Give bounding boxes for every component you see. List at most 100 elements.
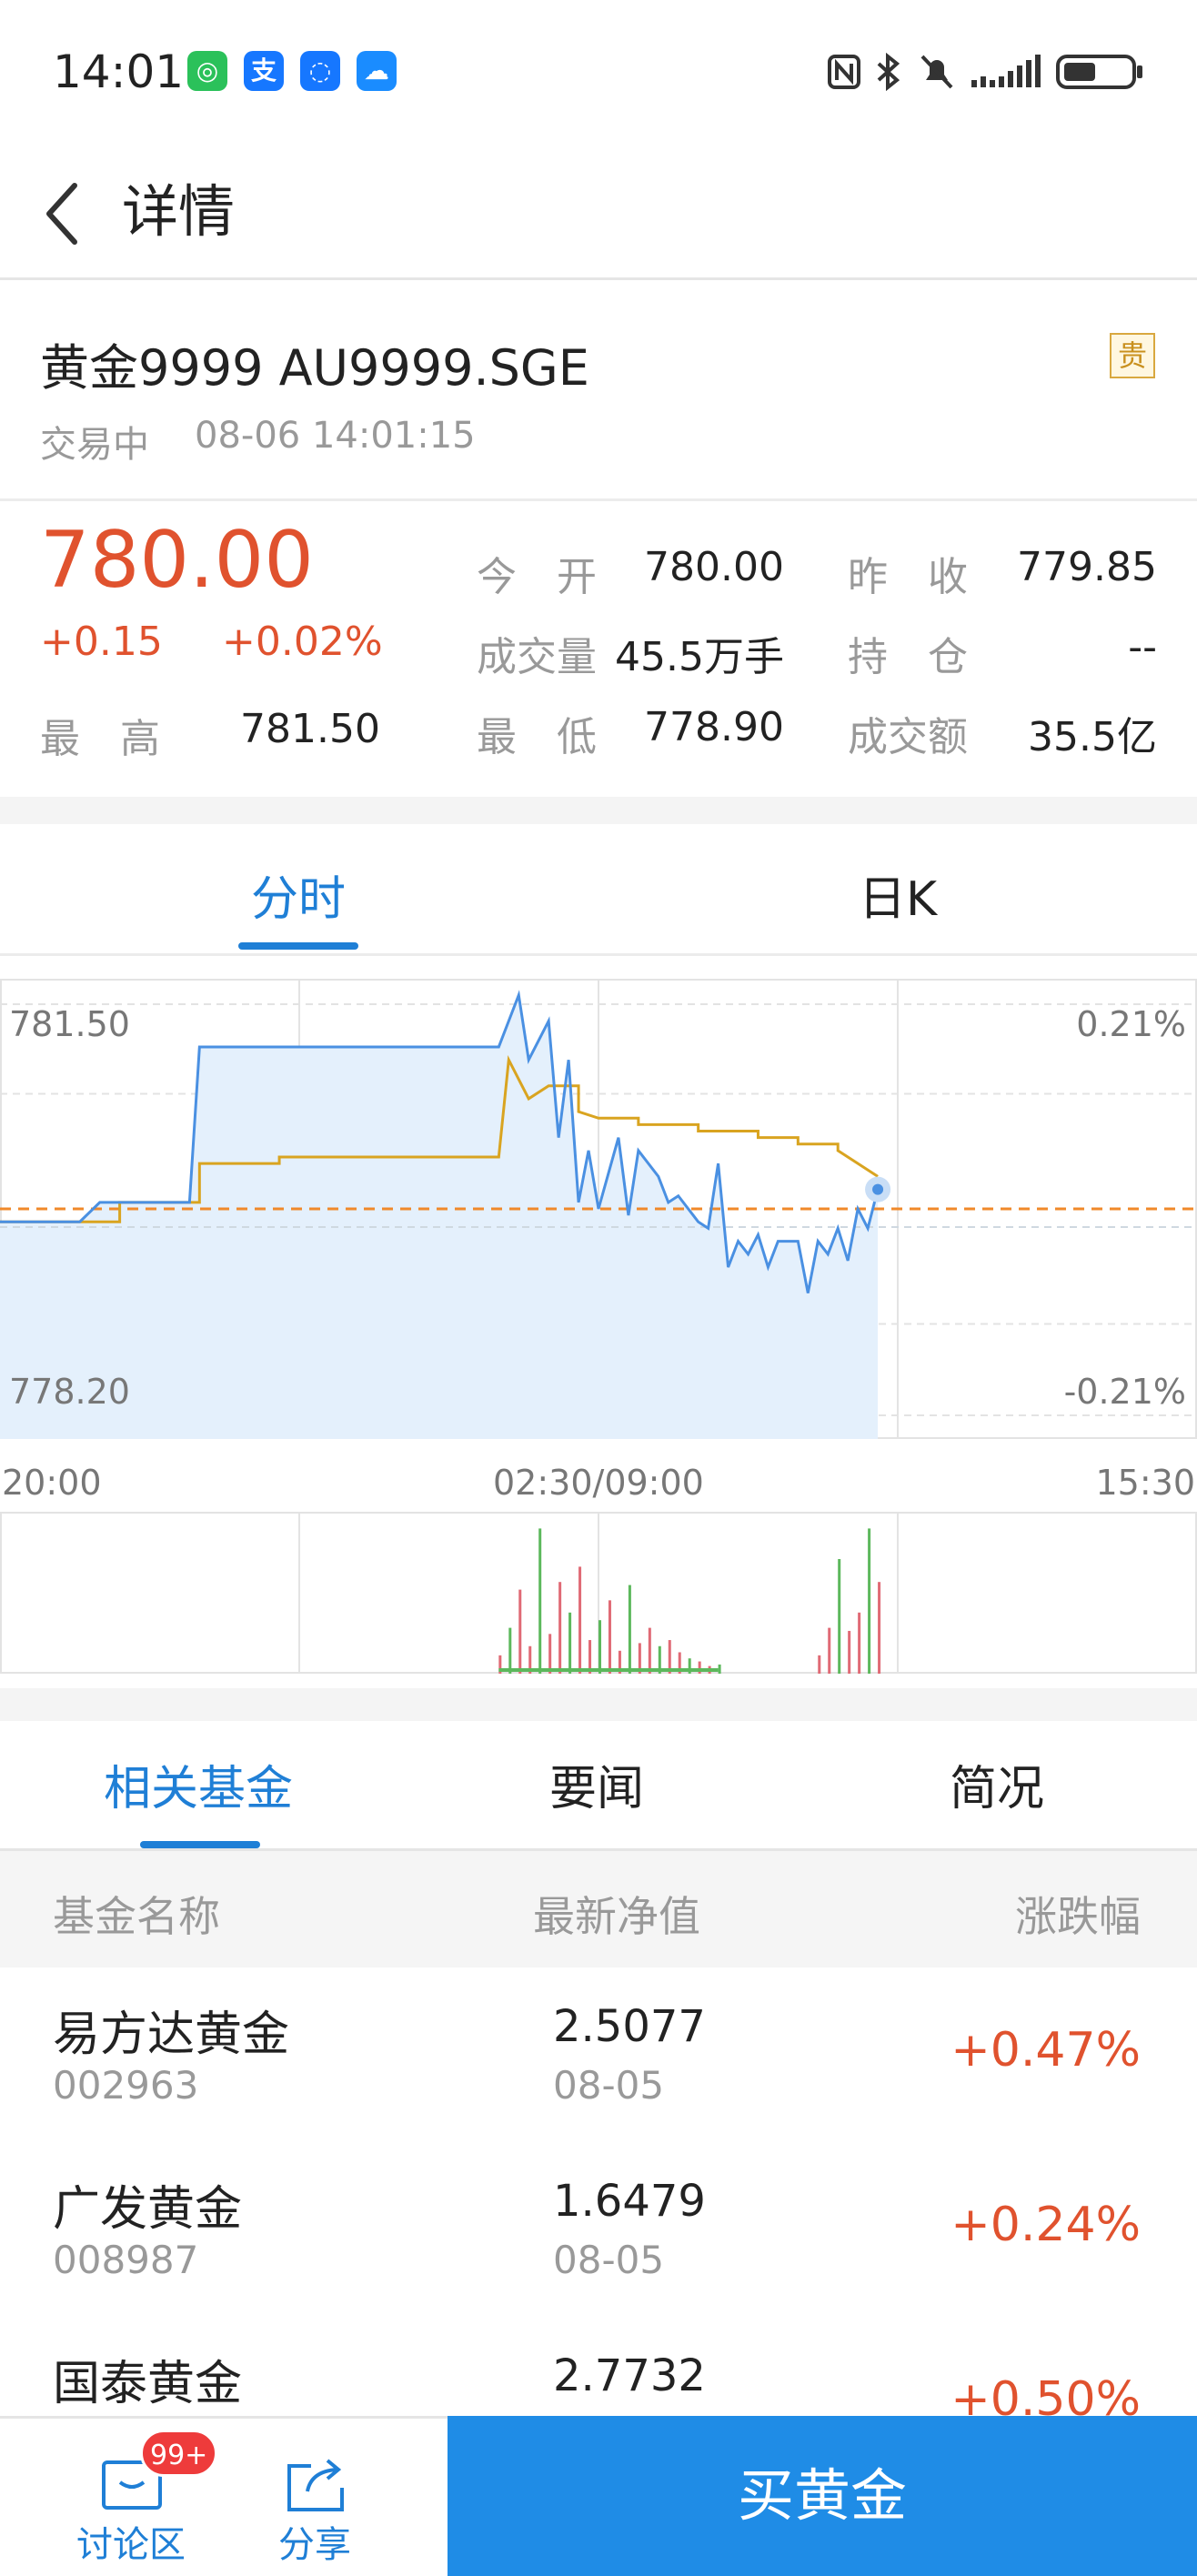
share-icon: [287, 2459, 344, 2511]
trading-status: 交易中: [40, 424, 149, 466]
share-button[interactable]: 分享: [251, 2419, 378, 2576]
volume-bar: [838, 1559, 841, 1674]
discuss-button[interactable]: 99+ 讨论区: [67, 2419, 218, 2576]
amount-value: 35.5亿: [1028, 714, 1157, 760]
bulb-icon: ◌: [300, 51, 340, 91]
amount-label: 成交额: [848, 714, 968, 760]
page-title: 详情: [122, 178, 236, 245]
volume-bar: [508, 1627, 512, 1674]
volume-bar: [858, 1612, 861, 1674]
x-axis-label-start: 20:00: [2, 1463, 102, 1503]
y-axis-max-label: 781.50: [9, 1004, 130, 1044]
back-icon[interactable]: [36, 173, 91, 255]
table-row[interactable]: 易方达黄金 002963 2.5077 08-05 +0.47%: [0, 1970, 1197, 2147]
current-price: 780.00: [40, 515, 314, 606]
fund-name: 国泰黄金: [53, 2357, 243, 2411]
prev-close-label: 昨 收: [848, 554, 968, 600]
header-nav: 最新净值: [533, 1892, 700, 1941]
table-header: 基金名称 最新净值 涨跌幅: [0, 1851, 1197, 1967]
mute-icon: [920, 55, 953, 89]
weather-icon: ☁: [357, 51, 397, 91]
status-time: 14:01: [53, 45, 185, 98]
volume-bar: [578, 1566, 582, 1674]
volume-bar: [648, 1627, 651, 1674]
y-axis-max-pct-label: 0.21%: [1076, 1004, 1186, 1044]
bluetooth-icon: [877, 53, 900, 91]
nfc-icon: [828, 55, 860, 89]
header-change: 涨跌幅: [1015, 1892, 1141, 1941]
alipay-icon: 支: [244, 51, 284, 91]
position-value: --: [1128, 624, 1157, 670]
table-row[interactable]: 广发黄金 008987 1.6479 08-05 +0.24%: [0, 2145, 1197, 2321]
battery-icon: [1056, 55, 1142, 89]
tab-daily-k[interactable]: 日K: [859, 860, 937, 929]
wechat-icon: ◎: [187, 51, 227, 91]
share-label: 分享: [278, 2524, 351, 2566]
volume-label: 成交量: [477, 634, 597, 680]
discuss-count-badge: 99+: [140, 2430, 218, 2477]
fund-nav-date: 08-05: [553, 2238, 665, 2282]
volume-bar: [848, 1630, 851, 1674]
volume-bar: [568, 1612, 572, 1674]
prev-close-value: 779.85: [1017, 544, 1157, 590]
y-axis-min-label: 778.20: [9, 1372, 130, 1412]
fund-nav: 1.6479: [553, 2176, 706, 2227]
price-area: [0, 995, 879, 1439]
status-bar: 14:01 ◎ 支 ◌ ☁: [0, 0, 1197, 146]
quote-timestamp: 08-06 14:01:15: [195, 415, 476, 457]
position-label: 持 仓: [848, 634, 968, 680]
volume-bar: [548, 1634, 552, 1674]
discuss-label: 讨论区: [76, 2524, 186, 2566]
intraday-chart[interactable]: [0, 979, 1197, 1679]
price-change: +0.15: [40, 619, 163, 665]
fund-change: +0.24%: [951, 2198, 1141, 2252]
signal-icon: [971, 55, 1041, 87]
tab-overview[interactable]: 简况: [950, 1750, 1044, 1818]
divider: [0, 498, 1197, 501]
open-label: 今 开: [477, 554, 597, 600]
table-row[interactable]: 国泰黄金 2.7732 +0.50%: [0, 2319, 1197, 2416]
low-value: 778.90: [644, 704, 784, 750]
fund-name: 广发黄金: [53, 2182, 243, 2237]
volume-bar: [868, 1528, 871, 1674]
x-axis-label-mid: 02:30/09:00: [493, 1463, 704, 1503]
header-fund-name: 基金名称: [53, 1892, 220, 1941]
tab-indicator: [238, 942, 358, 950]
volume-bar: [718, 1664, 721, 1674]
fund-nav-date: 08-05: [553, 2063, 665, 2108]
divider: [0, 953, 1197, 956]
y-axis-min-pct-label: -0.21%: [1063, 1372, 1186, 1412]
tab-intraday[interactable]: 分时: [251, 860, 346, 929]
fund-nav: 2.7732: [553, 2350, 706, 2401]
fund-code: 008987: [53, 2238, 199, 2282]
volume-value: 45.5万手: [615, 634, 784, 680]
open-value: 780.00: [644, 544, 784, 590]
volume-bar: [598, 1620, 601, 1674]
category-badge: 贵: [1110, 333, 1155, 378]
buy-gold-button[interactable]: 买黄金: [448, 2416, 1197, 2576]
volume-bar: [608, 1600, 611, 1674]
fund-code: 002963: [53, 2063, 199, 2108]
high-value: 781.50: [240, 706, 380, 752]
volume-bar: [558, 1582, 562, 1674]
tab-related-funds[interactable]: 相关基金: [104, 1750, 293, 1818]
x-axis-label-end: 15:30: [1095, 1463, 1195, 1503]
volume-bar: [818, 1655, 821, 1674]
volume-bar: [628, 1585, 631, 1674]
section-gap: [0, 797, 1197, 824]
last-price-dot: [872, 1183, 884, 1195]
fund-change: +0.50%: [951, 2372, 1141, 2416]
section-gap: [0, 1688, 1197, 1721]
nav-bar: 详情: [0, 146, 1197, 280]
volume-bar: [518, 1589, 522, 1674]
volume-bar: [878, 1582, 881, 1674]
tab-indicator: [140, 1841, 260, 1848]
fund-change: +0.47%: [951, 2023, 1141, 2078]
tab-news[interactable]: 要闻: [549, 1750, 644, 1818]
high-label: 最 高: [40, 716, 160, 762]
volume-bar: [828, 1627, 831, 1674]
fund-nav: 2.5077: [553, 2001, 706, 2052]
fund-name: 易方达黄金: [53, 2007, 290, 2062]
price-change-pct: +0.02%: [222, 619, 383, 665]
volume-bar: [538, 1528, 542, 1674]
